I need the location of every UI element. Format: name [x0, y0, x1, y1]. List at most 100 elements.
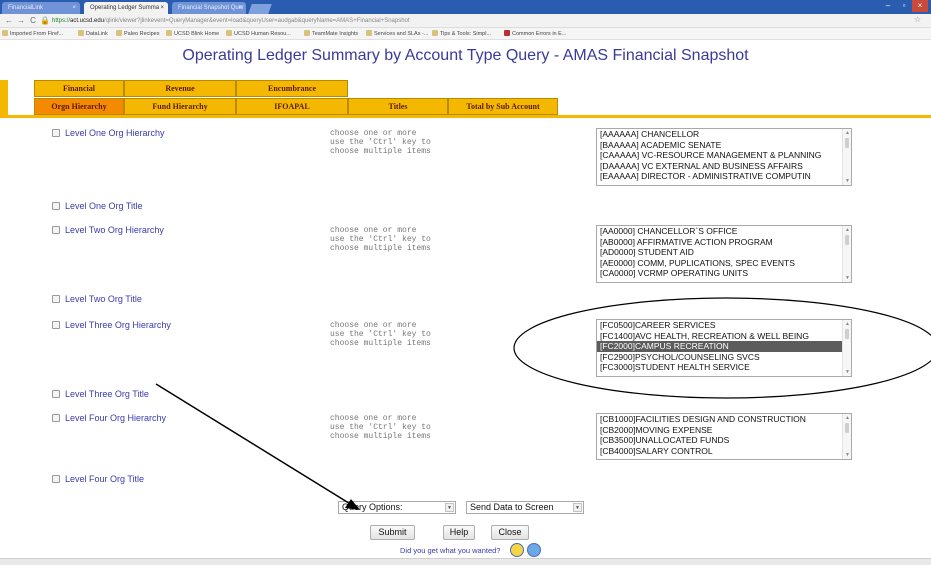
- send-data-select[interactable]: Send Data to Screen ▼: [466, 501, 584, 514]
- scroll-down-icon[interactable]: ▼: [845, 369, 850, 375]
- back-arrow-icon[interactable]: ←: [4, 15, 14, 27]
- close-button[interactable]: Close: [491, 525, 529, 540]
- list-option[interactable]: [CB4000]SALARY CONTROL: [597, 446, 851, 457]
- happy-face-icon[interactable]: [510, 543, 524, 557]
- tab-close-icon[interactable]: ×: [72, 2, 76, 14]
- tab-fund-hierarchy[interactable]: Fund Hierarchy: [124, 98, 236, 115]
- level1-hierarchy-row[interactable]: Level One Org Hierarchy: [52, 128, 165, 139]
- checkbox[interactable]: [52, 475, 60, 483]
- checkbox[interactable]: [52, 226, 60, 234]
- list-option[interactable]: [FC2900]PSYCHOL/COUNSELING SVCS: [597, 352, 851, 363]
- dropdown-arrow-icon[interactable]: ▼: [573, 503, 582, 512]
- scroll-down-icon[interactable]: ▼: [845, 178, 850, 184]
- tab-encumbrance[interactable]: Encumbrance: [236, 80, 348, 97]
- list-option[interactable]: [CAAAAA] VC-RESOURCE MANAGEMENT & PLANNI…: [597, 150, 851, 161]
- reload-icon[interactable]: C: [28, 15, 38, 27]
- window-close-icon[interactable]: ×: [912, 0, 928, 12]
- scroll-down-icon[interactable]: ▼: [845, 275, 850, 281]
- list-option[interactable]: [CA0000] VCRMP OPERATING UNITS: [597, 268, 851, 279]
- bookmark-star-icon[interactable]: ☆: [914, 15, 921, 24]
- scrollbar[interactable]: ▲ ▼: [842, 129, 851, 185]
- maximize-icon[interactable]: ▫: [896, 0, 912, 12]
- list-option[interactable]: [AA0000] CHANCELLOR`S OFFICE: [597, 226, 851, 237]
- list-option[interactable]: [AE0000] COMM, PUPLICATIONS, SPEC EVENTS: [597, 258, 851, 269]
- tab-titles[interactable]: Titles: [348, 98, 448, 115]
- level1-org-listbox[interactable]: [AAAAAA] CHANCELLOR [BAAAAA] ACADEMIC SE…: [596, 128, 852, 186]
- list-option[interactable]: [BAAAAA] ACADEMIC SENATE: [597, 140, 851, 151]
- scroll-thumb[interactable]: [845, 329, 849, 339]
- bookmark-item[interactable]: Services and SLAs -...: [366, 28, 428, 40]
- browser-tab-active[interactable]: Operating Ledger Summa ×: [84, 2, 168, 14]
- scroll-up-icon[interactable]: ▲: [845, 130, 850, 136]
- list-option[interactable]: [AAAAAA] CHANCELLOR: [597, 129, 851, 140]
- level4-org-listbox[interactable]: [CB1000]FACILITIES DESIGN AND CONSTRUCTI…: [596, 413, 852, 460]
- list-option[interactable]: [FC3000]STUDENT HEALTH SERVICE: [597, 362, 851, 373]
- level4-hierarchy-row[interactable]: Level Four Org Hierarchy: [52, 413, 166, 424]
- scrollbar[interactable]: ▲ ▼: [842, 320, 851, 376]
- checkbox[interactable]: [52, 414, 60, 422]
- level3-title-row[interactable]: Level Three Org Title: [52, 389, 149, 400]
- tab-financial[interactable]: Financial: [34, 80, 124, 97]
- bookmark-item[interactable]: Imported From Firef...: [2, 28, 63, 40]
- tab-ifoapal[interactable]: IFOAPAL: [236, 98, 348, 115]
- bookmark-item[interactable]: TeamMate Insights: [304, 28, 358, 40]
- query-options-select[interactable]: Query Options: ▼: [338, 501, 456, 514]
- checkbox[interactable]: [52, 129, 60, 137]
- list-option[interactable]: [FC1400]AVC HEALTH, RECREATION & WELL BE…: [597, 331, 851, 342]
- scrollbar[interactable]: ▲ ▼: [842, 226, 851, 282]
- level4-title-row[interactable]: Level Four Org Title: [52, 474, 144, 485]
- browser-tab[interactable]: Financial Snapshot Quer ×: [172, 2, 246, 14]
- checkbox[interactable]: [52, 202, 60, 210]
- list-option[interactable]: [AB0000] AFFIRMATIVE ACTION PROGRAM: [597, 237, 851, 248]
- level2-hierarchy-row[interactable]: Level Two Org Hierarchy: [52, 225, 164, 236]
- bookmark-item[interactable]: Tips & Tools: Simpl...: [432, 28, 491, 40]
- folder-icon: [2, 30, 8, 36]
- bookmark-item[interactable]: Common Errors in E...: [504, 28, 566, 40]
- list-option[interactable]: [FC0500]CAREER SERVICES: [597, 320, 851, 331]
- scroll-up-icon[interactable]: ▲: [845, 227, 850, 233]
- scrollbar[interactable]: ▲ ▼: [842, 414, 851, 459]
- bookmark-label: Imported From Firef...: [10, 31, 64, 37]
- bookmark-item[interactable]: UCSD Human Resou...: [226, 28, 291, 40]
- level3-hierarchy-row[interactable]: Level Three Org Hierarchy: [52, 320, 171, 331]
- tab-close-icon[interactable]: ×: [160, 2, 164, 14]
- scroll-up-icon[interactable]: ▲: [845, 415, 850, 421]
- tab-close-icon[interactable]: ×: [238, 2, 242, 14]
- checkbox[interactable]: [52, 295, 60, 303]
- submit-button[interactable]: Submit: [370, 525, 415, 540]
- list-option[interactable]: [DAAAAA] VC EXTERNAL AND BUSINESS AFFAIR…: [597, 161, 851, 172]
- bookmark-item[interactable]: Paleo Recipes: [116, 28, 159, 40]
- bookmark-item[interactable]: DataLink: [78, 28, 108, 40]
- minimize-icon[interactable]: –: [880, 0, 896, 12]
- address-input[interactable]: https://act.ucsd.edu/qlink/viewer?jlinke…: [52, 16, 892, 27]
- level3-org-listbox[interactable]: [FC0500]CAREER SERVICES [FC1400]AVC HEAL…: [596, 319, 852, 377]
- forward-arrow-icon[interactable]: →: [16, 15, 26, 27]
- checkbox[interactable]: [52, 390, 60, 398]
- scroll-up-icon[interactable]: ▲: [845, 321, 850, 327]
- tab-revenue[interactable]: Revenue: [124, 80, 236, 97]
- help-button[interactable]: Help: [443, 525, 475, 540]
- scroll-down-icon[interactable]: ▼: [845, 452, 850, 458]
- level2-title-row[interactable]: Level Two Org Title: [52, 294, 142, 305]
- tab-total-by-sub-account[interactable]: Total by Sub Account: [448, 98, 558, 115]
- scroll-thumb[interactable]: [845, 235, 849, 245]
- scroll-thumb[interactable]: [845, 138, 849, 148]
- tab-orgn-hierarchy[interactable]: Orgn Hierarchy: [34, 98, 124, 115]
- sad-face-icon[interactable]: [527, 543, 541, 557]
- horizontal-scrollbar[interactable]: [0, 558, 931, 565]
- checkbox[interactable]: [52, 321, 60, 329]
- feedback-link[interactable]: Did you get what you wanted?: [400, 546, 500, 555]
- bookmark-item[interactable]: UCSD Blink Home: [166, 28, 219, 40]
- list-option[interactable]: [CB2000]MOVING EXPENSE: [597, 425, 851, 436]
- list-option[interactable]: [AD0000] STUDENT AID: [597, 247, 851, 258]
- new-tab-button[interactable]: [248, 4, 272, 14]
- dropdown-arrow-icon[interactable]: ▼: [445, 503, 454, 512]
- level1-title-row[interactable]: Level One Org Title: [52, 201, 143, 212]
- scroll-thumb[interactable]: [845, 423, 849, 433]
- list-option[interactable]: [EAAAAA] DIRECTOR - ADMINISTRATIVE COMPU…: [597, 171, 851, 182]
- level2-org-listbox[interactable]: [AA0000] CHANCELLOR`S OFFICE [AB0000] AF…: [596, 225, 852, 283]
- list-option[interactable]: [CB1000]FACILITIES DESIGN AND CONSTRUCTI…: [597, 414, 851, 425]
- list-option-selected[interactable]: [FC2000]CAMPUS RECREATION: [597, 341, 851, 352]
- list-option[interactable]: [CB3500]UNALLOCATED FUNDS: [597, 435, 851, 446]
- browser-tab[interactable]: FinancialLink ×: [2, 2, 80, 14]
